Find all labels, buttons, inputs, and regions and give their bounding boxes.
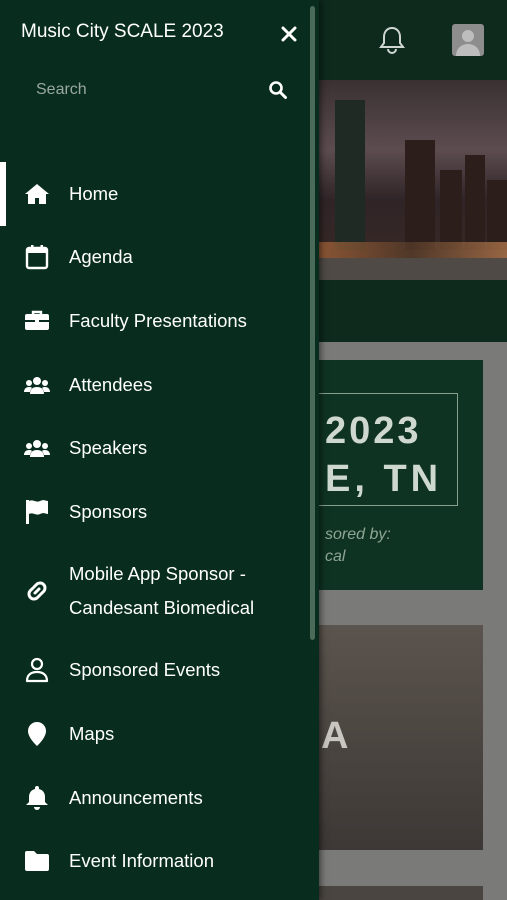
event-card[interactable]: 2023 E, TN sored by: cal [315, 360, 483, 590]
close-button[interactable] [276, 21, 302, 47]
nav-item-maps[interactable]: Maps [0, 702, 310, 766]
nav-menu: Home Agenda Faculty Presentations Attend… [0, 162, 310, 893]
briefcase-icon [24, 308, 50, 334]
drawer-title: Music City SCALE 2023 [21, 21, 224, 42]
link-icon [24, 578, 50, 604]
home-icon [24, 181, 50, 207]
users-icon [24, 435, 50, 461]
nav-label: Maps [69, 722, 115, 744]
banner-strip [315, 280, 507, 342]
nav-item-announcements[interactable]: Announcements [0, 766, 310, 830]
user-avatar[interactable] [452, 24, 484, 56]
search-box [20, 70, 300, 110]
feature-card[interactable]: A [315, 625, 483, 850]
nav-label: Mobile App Sponsor - Candesant Biomedica… [69, 563, 255, 619]
card-sponsor-name: cal [325, 548, 346, 565]
navigation-drawer: Music City SCALE 2023 Home Agenda [0, 0, 319, 900]
folder-icon [24, 848, 50, 874]
flag-icon [24, 499, 50, 525]
search-button[interactable] [266, 78, 290, 102]
nav-item-agenda[interactable]: Agenda [0, 226, 310, 290]
next-card [315, 886, 483, 900]
nav-item-event-information[interactable]: Event Information [0, 829, 310, 893]
nav-item-sponsored-events[interactable]: Sponsored Events [0, 639, 310, 703]
nav-label: Attendees [69, 373, 153, 395]
nav-item-speakers[interactable]: Speakers [0, 416, 310, 480]
nav-item-faculty-presentations[interactable]: Faculty Presentations [0, 289, 310, 353]
search-input[interactable] [20, 70, 260, 110]
nav-label: Faculty Presentations [69, 309, 247, 331]
users-icon [24, 372, 50, 398]
nav-item-mobile-app-sponsor[interactable]: Mobile App Sponsor - Candesant Biomedica… [0, 544, 310, 639]
nav-label: Sponsors [69, 500, 148, 522]
map-pin-icon [24, 721, 50, 747]
nav-label: Speakers [69, 437, 148, 459]
card-sponsor-text: sored by: [325, 526, 391, 543]
nav-item-attendees[interactable]: Attendees [0, 353, 310, 417]
nav-label: Event Information [69, 850, 214, 872]
card-subheading: E, TN [325, 458, 443, 500]
close-icon [281, 26, 297, 42]
active-indicator [0, 162, 6, 226]
drawer-scrollbar[interactable] [310, 6, 315, 640]
notifications-bell-icon[interactable] [376, 24, 408, 56]
nav-item-home[interactable]: Home [0, 162, 310, 226]
card-letter: A [321, 715, 349, 757]
nav-label: Home [69, 182, 119, 204]
nav-label: Announcements [69, 786, 203, 808]
card-heading: 2023 [325, 410, 422, 452]
bell-icon [24, 785, 50, 811]
user-icon [24, 657, 50, 683]
nav-item-sponsors[interactable]: Sponsors [0, 480, 310, 544]
search-icon [269, 81, 287, 99]
event-banner-image [315, 80, 507, 280]
nav-label: Sponsored Events [69, 659, 221, 681]
calendar-icon [24, 244, 50, 270]
nav-label: Agenda [69, 246, 133, 268]
